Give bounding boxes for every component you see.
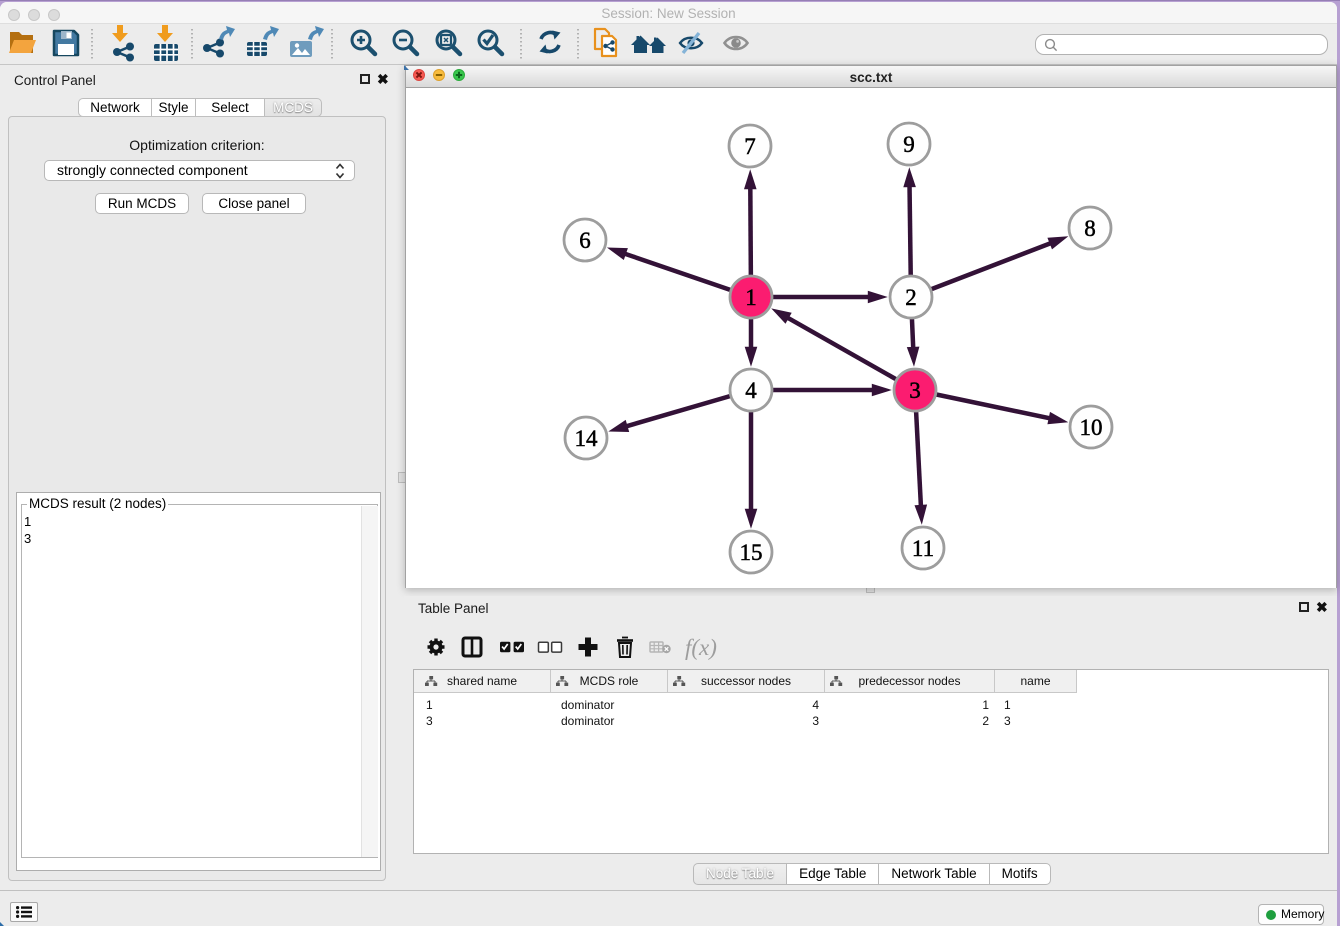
svg-text:4: 4 (745, 378, 757, 403)
svg-text:14: 14 (575, 426, 599, 451)
svg-text:1: 1 (745, 285, 757, 310)
svg-text:15: 15 (740, 540, 763, 565)
svg-text:6: 6 (579, 228, 591, 253)
svg-text:10: 10 (1080, 415, 1103, 440)
svg-text:9: 9 (903, 132, 915, 157)
svg-text:11: 11 (912, 536, 934, 561)
svg-text:2: 2 (905, 285, 917, 310)
svg-text:7: 7 (744, 134, 756, 159)
svg-text:f(x): f(x) (685, 635, 717, 660)
svg-text:8: 8 (1084, 216, 1096, 241)
svg-text:3: 3 (909, 378, 921, 403)
